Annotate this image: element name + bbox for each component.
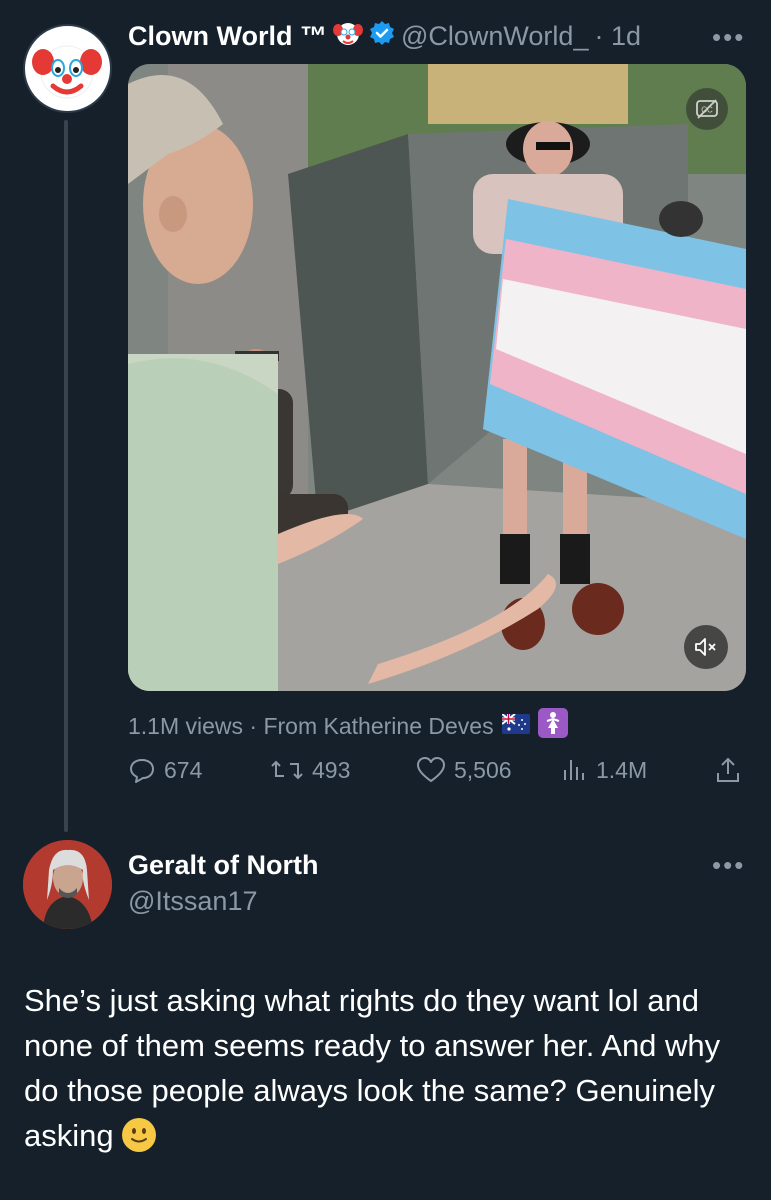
reply-button[interactable]: 674 — [128, 756, 202, 784]
video-attribution: 1.1M views · From Katherine Deves — [128, 708, 568, 744]
tweet-action-bar: 674 493 5,506 1.4M — [128, 756, 746, 792]
closed-captions-button[interactable]: CC — [686, 88, 728, 130]
tweet-time[interactable]: · 1d — [594, 21, 641, 52]
australia-flag-icon — [500, 712, 530, 740]
geralt-avatar[interactable] — [23, 840, 112, 929]
reply-count: 674 — [164, 756, 203, 783]
share-button[interactable] — [714, 756, 742, 784]
female-sign-icon — [537, 708, 568, 744]
tweet-header: Clown World ™ @ClownWorld_ · 1d — [128, 18, 641, 55]
author-name[interactable]: Clown World ™ — [128, 21, 327, 52]
verified-badge-icon — [369, 20, 395, 53]
video-frame — [128, 64, 746, 691]
speaker-muted-icon — [695, 638, 716, 656]
views-attribution-text[interactable]: 1.1M views · From Katherine Deves — [128, 713, 494, 740]
view-count: 1.4M — [596, 756, 648, 783]
reply-icon — [130, 759, 154, 783]
like-button[interactable]: 5,506 — [416, 756, 512, 784]
video-player[interactable]: CC — [128, 64, 746, 691]
reply-author-name[interactable]: Geralt of North — [128, 850, 319, 881]
clown-face-icon — [32, 45, 102, 99]
like-count: 5,506 — [454, 756, 512, 783]
more-options-icon[interactable]: ••• — [712, 22, 745, 53]
clown-world-avatar[interactable] — [23, 24, 112, 113]
reply-more-options-icon[interactable]: ••• — [712, 850, 745, 881]
reply-text-block: She’s just asking what rights do they wa… — [24, 978, 744, 1158]
avatar-portrait — [23, 840, 112, 929]
share-icon — [717, 757, 739, 782]
heart-icon — [417, 757, 445, 782]
clown-emoji-icon — [332, 18, 363, 55]
thread-connector-line — [64, 120, 68, 832]
closed-captions-icon: CC — [696, 99, 718, 119]
views-button[interactable]: 1.4M — [560, 756, 647, 784]
reply-author-handle[interactable]: @Itssan17 — [128, 886, 257, 917]
retweet-button[interactable]: 493 — [270, 756, 350, 784]
mute-toggle-button[interactable] — [684, 625, 728, 669]
slightly-smiling-face-icon — [122, 1118, 157, 1152]
retweet-icon — [271, 760, 303, 780]
retweet-count: 493 — [312, 756, 351, 783]
author-handle[interactable]: @ClownWorld_ — [401, 21, 588, 52]
analytics-bars-icon — [564, 760, 584, 780]
